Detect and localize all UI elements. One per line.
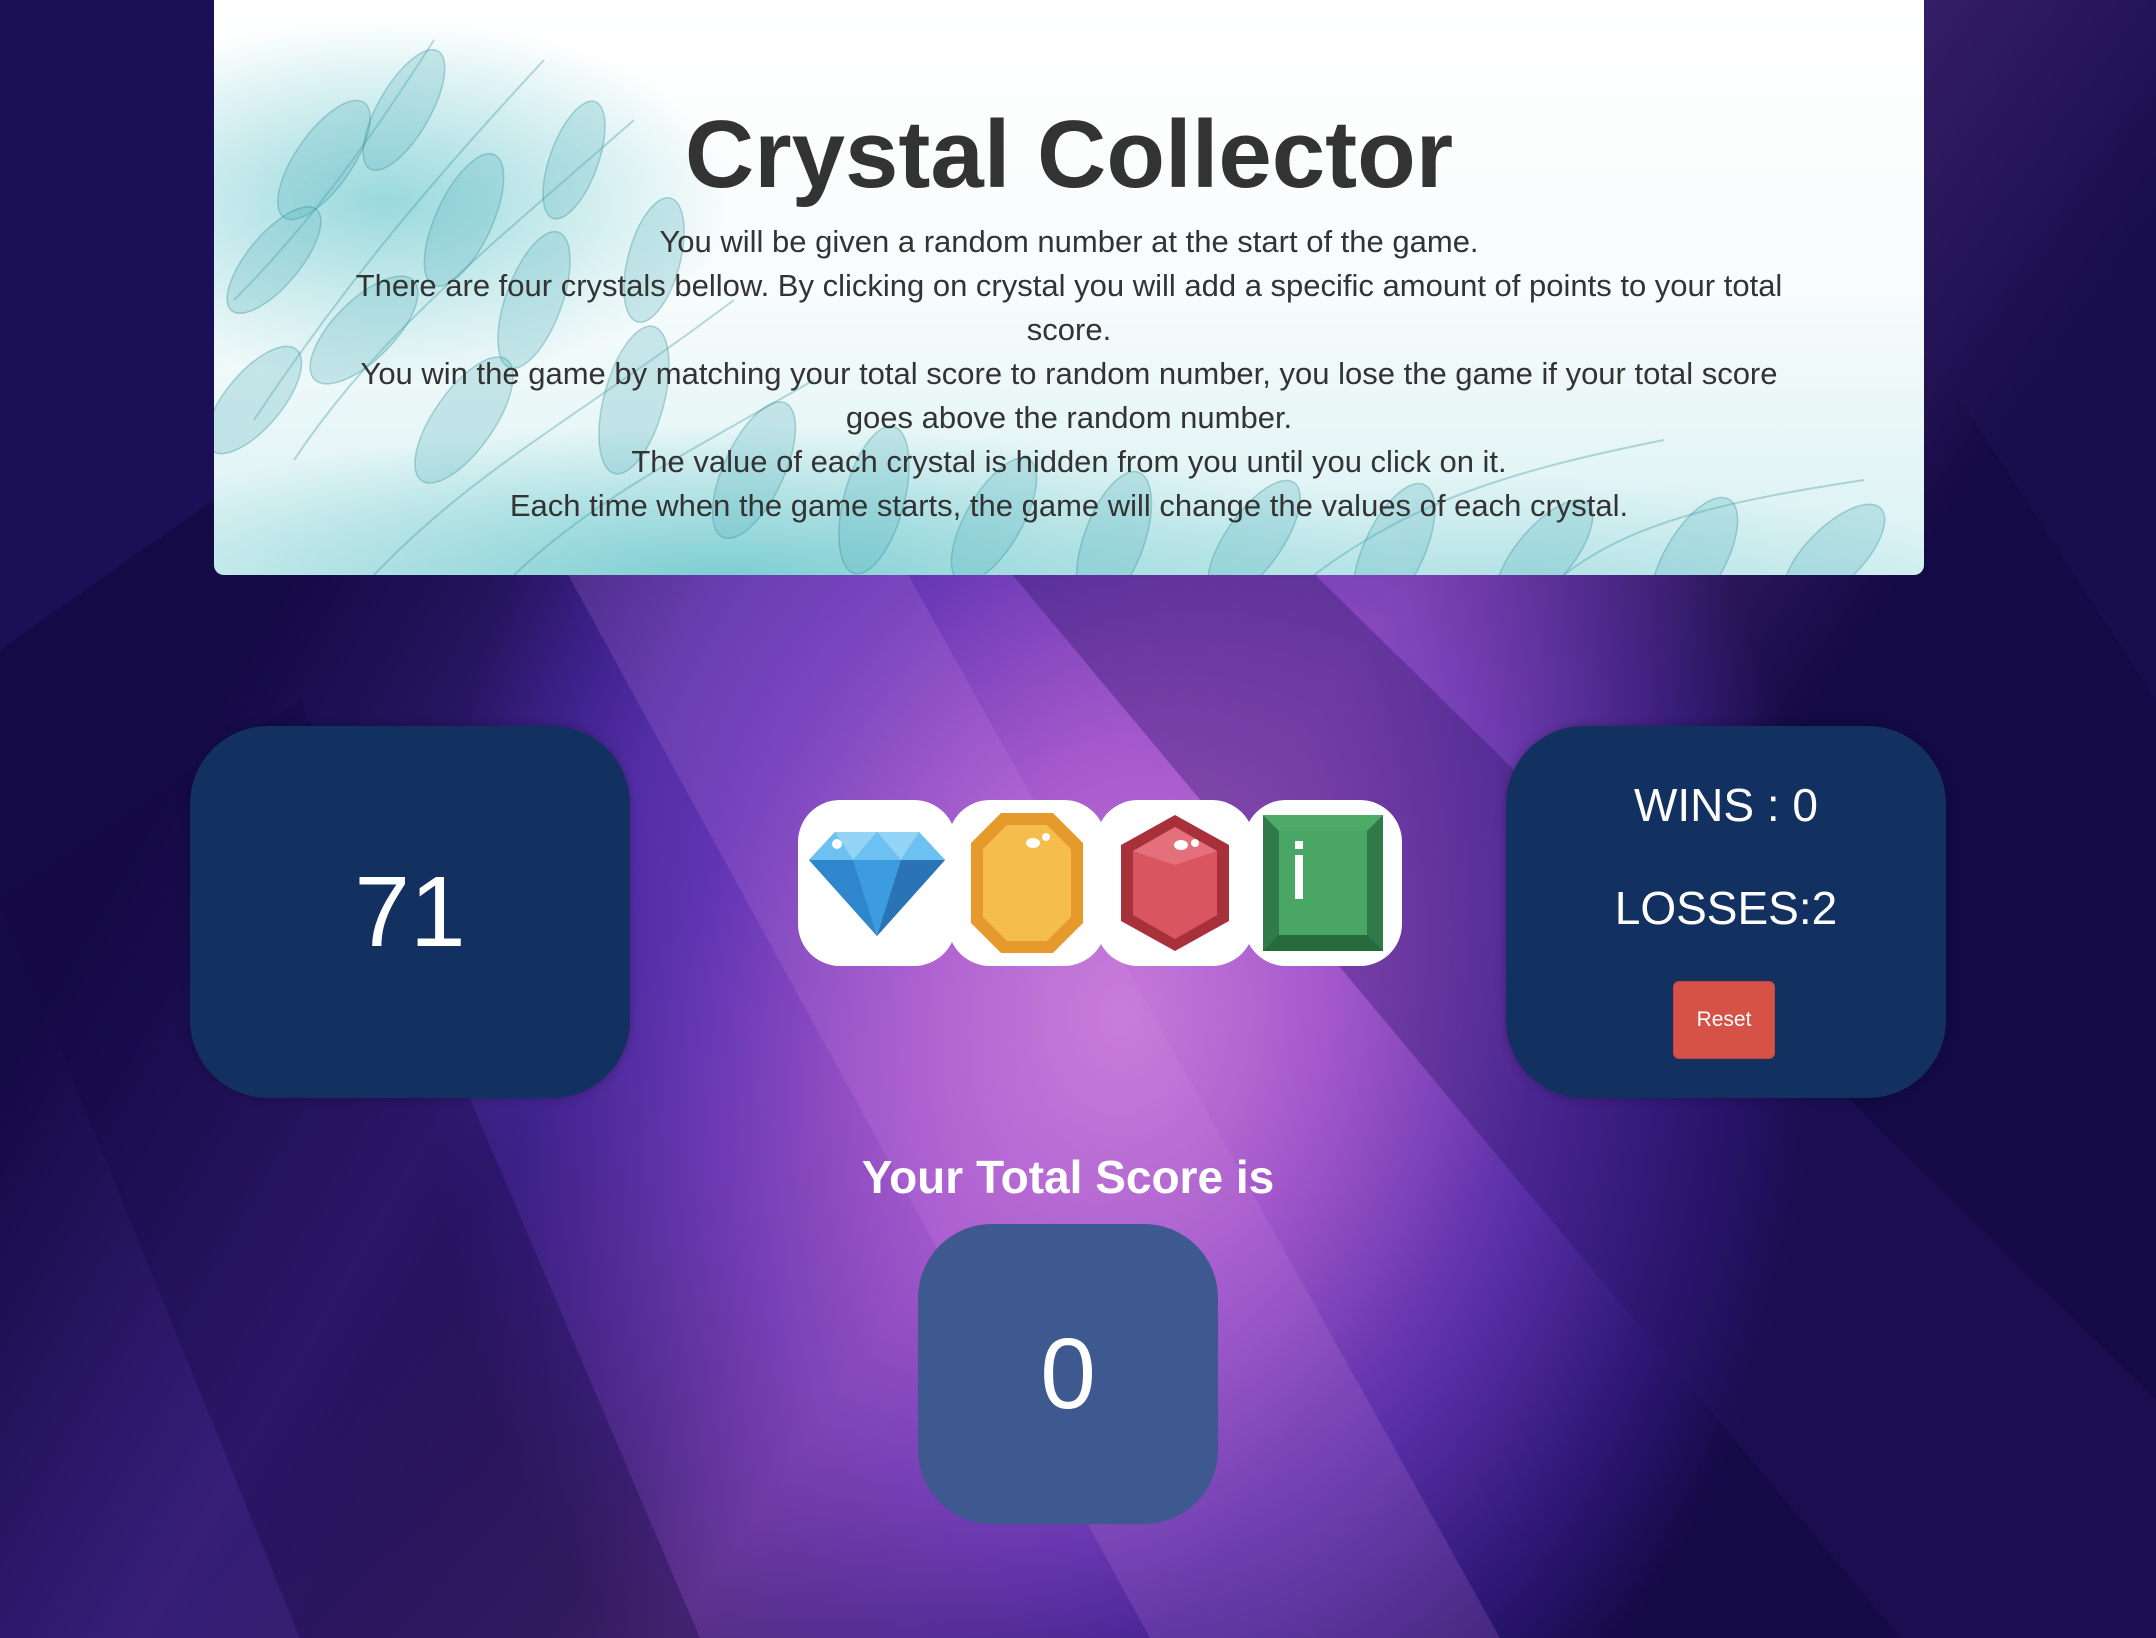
target-number-panel: 71 — [190, 726, 630, 1098]
instruction-line: You win the game by matching your total … — [360, 356, 1778, 435]
header-jumbotron: Crystal Collector You will be given a ra… — [214, 0, 1924, 575]
stats-panel: WINS : 0 LOSSES:2 Reset — [1506, 726, 1946, 1098]
instruction-line: Each time when the game starts, the game… — [509, 488, 1629, 523]
crystal-row — [798, 800, 1402, 966]
reset-button[interactable]: Reset — [1673, 981, 1775, 1059]
crystal-button-green[interactable] — [1244, 800, 1402, 966]
losses-counter: LOSSES:2 — [1614, 882, 1838, 934]
green-gem-icon — [1263, 815, 1383, 951]
instruction-line: The value of each crystal is hidden from… — [631, 444, 1507, 479]
game-instructions: You will be given a random number at the… — [324, 220, 1814, 528]
blue-diamond-icon — [809, 832, 945, 936]
yellow-gem-icon — [971, 813, 1083, 953]
total-score-label: Your Total Score is — [861, 1151, 1275, 1203]
total-score-panel: 0 — [918, 1224, 1218, 1524]
page-title: Crystal Collector — [684, 101, 1454, 208]
instruction-line: You will be given a random number at the… — [659, 224, 1479, 259]
instruction-line: There are four crystals bellow. By click… — [355, 268, 1783, 347]
crystal-button-blue[interactable] — [798, 800, 956, 966]
total-score-value: 0 — [1040, 1317, 1096, 1430]
wins-counter: WINS : 0 — [1633, 779, 1819, 831]
crystal-button-red[interactable] — [1096, 800, 1254, 966]
target-number: 71 — [354, 855, 466, 968]
red-gem-icon — [1121, 815, 1229, 951]
crystal-button-yellow[interactable] — [948, 800, 1106, 966]
